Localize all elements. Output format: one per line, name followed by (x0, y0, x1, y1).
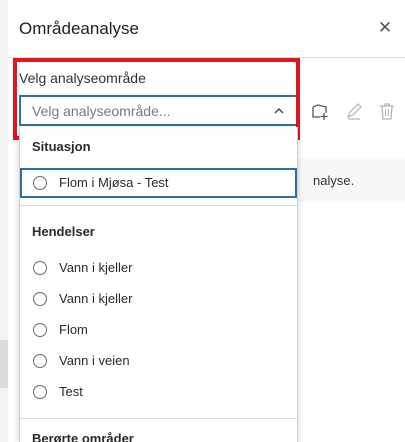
trash-icon[interactable] (377, 101, 397, 121)
analysis-area-dropdown: Situasjon Flom i Mjøsa - Test Hendelser … (19, 127, 298, 442)
group-title-berorte-omrader: Berørte områder (32, 431, 134, 442)
radio-button[interactable] (33, 292, 47, 306)
area-analysis-panel: Områdeanalyse ✕ Velg analyseområde Velg … (8, 0, 405, 442)
option-label: Vann i kjeller (59, 291, 133, 306)
option-label: Vann i kjeller (59, 260, 133, 275)
group-title-situasjon: Situasjon (32, 139, 91, 154)
radio-button[interactable] (33, 354, 47, 368)
option-label: Flom (59, 322, 88, 337)
option-flom[interactable]: Flom (20, 315, 297, 345)
option-label: Flom i Mjøsa - Test (59, 175, 169, 190)
info-text: nalyse. (313, 173, 355, 188)
panel-header: Områdeanalyse ✕ (8, 0, 405, 58)
toolbar (306, 97, 405, 129)
edit-pen-icon[interactable] (344, 101, 364, 121)
background-shade (0, 340, 8, 388)
option-vann-i-veien[interactable]: Vann i veien (20, 346, 297, 376)
option-test[interactable]: Test (20, 377, 297, 407)
radio-button[interactable] (33, 261, 47, 275)
radio-button[interactable] (33, 323, 47, 337)
option-vann-i-kjeller-2[interactable]: Vann i kjeller (20, 284, 297, 314)
radio-button[interactable] (33, 176, 47, 190)
close-icon[interactable]: ✕ (375, 17, 395, 39)
radio-button[interactable] (33, 385, 47, 399)
background-strip (0, 0, 8, 442)
option-flom-i-mjosa[interactable]: Flom i Mjøsa - Test (20, 168, 297, 198)
add-area-icon[interactable] (310, 101, 330, 121)
option-label: Vann i veien (59, 353, 130, 368)
panel-title: Områdeanalyse (19, 19, 140, 38)
group-divider (20, 418, 297, 419)
option-label: Test (59, 384, 83, 399)
group-title-hendelser: Hendelser (32, 224, 95, 239)
group-divider (20, 205, 297, 206)
option-vann-i-kjeller[interactable]: Vann i kjeller (20, 253, 297, 283)
